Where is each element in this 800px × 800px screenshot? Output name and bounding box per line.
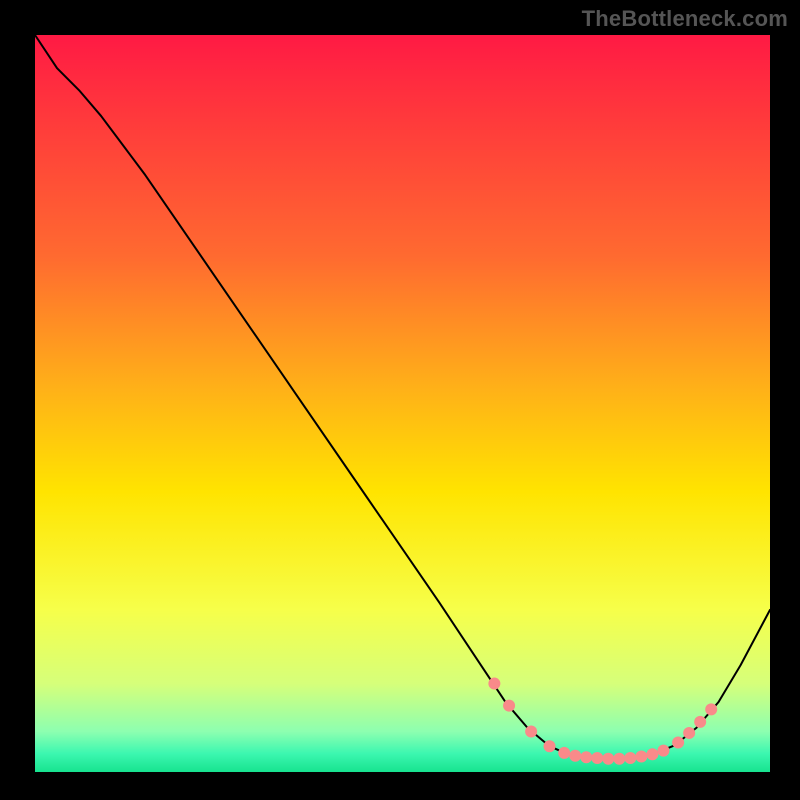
- curve-marker: [646, 748, 658, 760]
- chart-root: TheBottleneck.com: [0, 0, 800, 800]
- curve-marker: [569, 750, 581, 762]
- curve-marker: [624, 752, 636, 764]
- curve-marker: [635, 751, 647, 763]
- curve-marker: [705, 703, 717, 715]
- curve-marker: [525, 725, 537, 737]
- curve-marker: [613, 753, 625, 765]
- bottleneck-chart: [0, 0, 800, 800]
- curve-marker: [602, 753, 614, 765]
- curve-marker: [672, 737, 684, 749]
- plot-background: [35, 35, 770, 772]
- curve-marker: [657, 745, 669, 757]
- curve-marker: [503, 700, 515, 712]
- curve-marker: [694, 716, 706, 728]
- curve-marker: [683, 727, 695, 739]
- curve-marker: [558, 747, 570, 759]
- curve-marker: [544, 740, 556, 752]
- watermark-text: TheBottleneck.com: [582, 6, 788, 32]
- curve-marker: [580, 751, 592, 763]
- curve-marker: [591, 752, 603, 764]
- curve-marker: [488, 678, 500, 690]
